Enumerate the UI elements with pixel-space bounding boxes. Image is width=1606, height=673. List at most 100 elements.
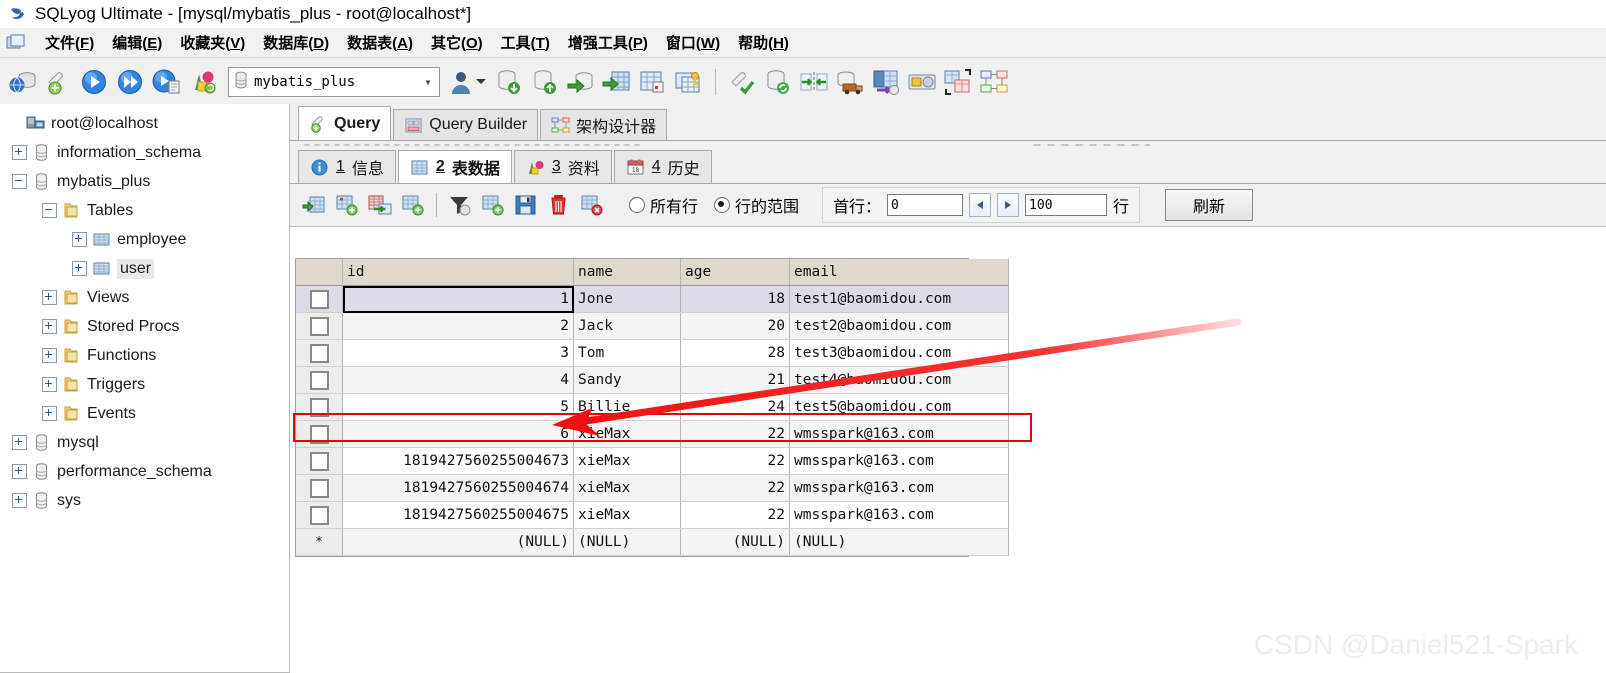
data-transfer-icon[interactable]: [833, 63, 867, 101]
sidebar-item-stored-procs[interactable]: Stored Procs: [0, 312, 289, 341]
menu-item-file[interactable]: 文件(F): [36, 29, 103, 56]
tab-schema-designer[interactable]: 架构设计器: [540, 109, 668, 140]
cell-email[interactable]: wmsspark@163.com: [789, 501, 1009, 529]
object-browser-sidebar[interactable]: root@localhost information_schema mybati…: [0, 104, 290, 673]
expander-plus-icon[interactable]: [12, 435, 27, 450]
expander-plus-icon[interactable]: [42, 290, 57, 305]
sync-database-icon[interactable]: [761, 63, 795, 101]
edit-row-icon[interactable]: [364, 189, 396, 221]
tab-table-data[interactable]: 2 表数据: [397, 150, 512, 183]
table-row[interactable]: 1 Jone 18 test1@baomidou.com: [296, 285, 1009, 313]
tab-query-builder[interactable]: Query Builder: [393, 109, 539, 140]
cell-email[interactable]: test1@baomidou.com: [789, 285, 1009, 313]
cell-age[interactable]: 20: [680, 312, 790, 340]
cell-age[interactable]: 22: [680, 447, 790, 475]
cell-id[interactable]: 4: [342, 366, 574, 394]
tab-history[interactable]: 18 4 历史: [613, 150, 712, 183]
cell-name[interactable]: xieMax: [573, 447, 681, 475]
menu-item-table[interactable]: 数据表(A): [338, 29, 422, 56]
cell-age[interactable]: 22: [680, 420, 790, 448]
table-row[interactable]: 1819427560255004674 xieMax 22 wmsspark@1…: [296, 474, 1009, 502]
cell-email[interactable]: test5@baomidou.com: [789, 393, 1009, 421]
tab-query[interactable]: Query: [298, 106, 392, 140]
cell-id[interactable]: 2: [342, 312, 574, 340]
menu-item-help[interactable]: 帮助(H): [729, 29, 798, 56]
cell-id[interactable]: 3: [342, 339, 574, 367]
chart-data-icon[interactable]: [186, 63, 220, 101]
table-row[interactable]: 5 Billie 24 test5@baomidou.com: [296, 393, 1009, 421]
duplicate-row-icon[interactable]: [331, 189, 363, 221]
sidebar-item-employee[interactable]: employee: [0, 225, 289, 254]
table-row[interactable]: 4 Sandy 21 test4@baomidou.com: [296, 366, 1009, 394]
cell-age[interactable]: 24: [680, 393, 790, 421]
execute-all-queries-icon[interactable]: [114, 63, 148, 101]
cell-name[interactable]: Jack: [573, 312, 681, 340]
cell-name[interactable]: (NULL): [573, 528, 681, 556]
cell-name[interactable]: Sandy: [573, 366, 681, 394]
expander-plus-icon[interactable]: [12, 493, 27, 508]
cell-id[interactable]: 1: [342, 285, 574, 313]
cell-email[interactable]: wmsspark@163.com: [789, 474, 1009, 502]
cell-name[interactable]: xieMax: [573, 501, 681, 529]
tab-info[interactable]: 1 信息: [298, 150, 396, 183]
radio-all-rows[interactable]: 所有行: [629, 193, 698, 217]
table-row[interactable]: 2 Jack 20 test2@baomidou.com: [296, 312, 1009, 340]
cell-id[interactable]: 1819427560255004674: [342, 474, 574, 502]
row-checkbox[interactable]: [296, 366, 343, 394]
migrate-data-icon[interactable]: [869, 63, 903, 101]
sidebar-item-user[interactable]: user: [0, 254, 289, 283]
insert-row-icon[interactable]: [298, 189, 330, 221]
schema-sync-icon[interactable]: [797, 63, 831, 101]
sidebar-item-performance-schema[interactable]: performance_schema: [0, 457, 289, 486]
expander-minus-icon[interactable]: [12, 174, 27, 189]
cell-name[interactable]: Billie: [573, 393, 681, 421]
export-table-icon[interactable]: [600, 63, 634, 101]
prev-page-icon[interactable]: [969, 193, 992, 217]
sidebar-item-triggers[interactable]: Triggers: [0, 370, 289, 399]
schema-designer-icon[interactable]: [977, 63, 1011, 101]
restore-database-icon[interactable]: [528, 63, 562, 101]
expander-plus-icon[interactable]: [42, 348, 57, 363]
cell-email[interactable]: wmsspark@163.com: [789, 420, 1009, 448]
table-keys-icon[interactable]: [672, 63, 706, 101]
sidebar-item-views[interactable]: Views: [0, 283, 289, 312]
sidebar-item-sys[interactable]: sys: [0, 486, 289, 515]
row-checkbox[interactable]: [296, 393, 343, 421]
cell-age[interactable]: 22: [680, 501, 790, 529]
sidebar-item-mysql[interactable]: mysql: [0, 428, 289, 457]
menu-item-other[interactable]: 其它(O): [422, 29, 492, 56]
table-row[interactable]: 3 Tom 28 test3@baomidou.com: [296, 339, 1009, 367]
data-grid[interactable]: id name age email 1 Jone 18 test1@baomid…: [295, 258, 1009, 557]
backup-database-icon[interactable]: [492, 63, 526, 101]
table-diagnostics-icon[interactable]: [636, 63, 670, 101]
table-row[interactable]: 1819427560255004675 xieMax 22 wmsspark@1…: [296, 501, 1009, 529]
cell-id[interactable]: (NULL): [342, 528, 574, 556]
sidebar-item-events[interactable]: Events: [0, 399, 289, 428]
table-row[interactable]: 1819427560255004673 xieMax 22 wmsspark@1…: [296, 447, 1009, 475]
sidebar-item-information-schema[interactable]: information_schema: [0, 138, 289, 167]
sidebar-item-tables[interactable]: Tables: [0, 196, 289, 225]
user-menu-caret-icon[interactable]: [476, 79, 486, 84]
cell-id[interactable]: 1819427560255004675: [342, 501, 574, 529]
expander-plus-icon[interactable]: [12, 464, 27, 479]
cell-id[interactable]: 5: [342, 393, 574, 421]
save-changes-icon[interactable]: [510, 189, 542, 221]
cell-name[interactable]: xieMax: [573, 420, 681, 448]
menu-item-window[interactable]: 窗口(W): [657, 29, 729, 56]
row-checkbox[interactable]: [296, 447, 343, 475]
select-all-header[interactable]: [296, 259, 343, 286]
cell-email[interactable]: test4@baomidou.com: [789, 366, 1009, 394]
cell-name[interactable]: xieMax: [573, 474, 681, 502]
expander-plus-icon[interactable]: [72, 232, 87, 247]
cell-age[interactable]: 28: [680, 339, 790, 367]
execute-query-new-tab-icon[interactable]: [150, 63, 184, 101]
sidebar-item-mybatis-plus[interactable]: mybatis_plus: [0, 167, 289, 196]
expander-plus-icon[interactable]: [12, 145, 27, 160]
row-checkbox[interactable]: [296, 474, 343, 502]
sidebar-item-functions[interactable]: Functions: [0, 341, 289, 370]
notes-icon[interactable]: [905, 63, 939, 101]
cell-id[interactable]: 1819427560255004673: [342, 447, 574, 475]
sidebar-item-root-localhost[interactable]: root@localhost: [0, 109, 289, 138]
expander-plus-icon[interactable]: [42, 377, 57, 392]
column-header-email[interactable]: email: [789, 259, 1009, 286]
